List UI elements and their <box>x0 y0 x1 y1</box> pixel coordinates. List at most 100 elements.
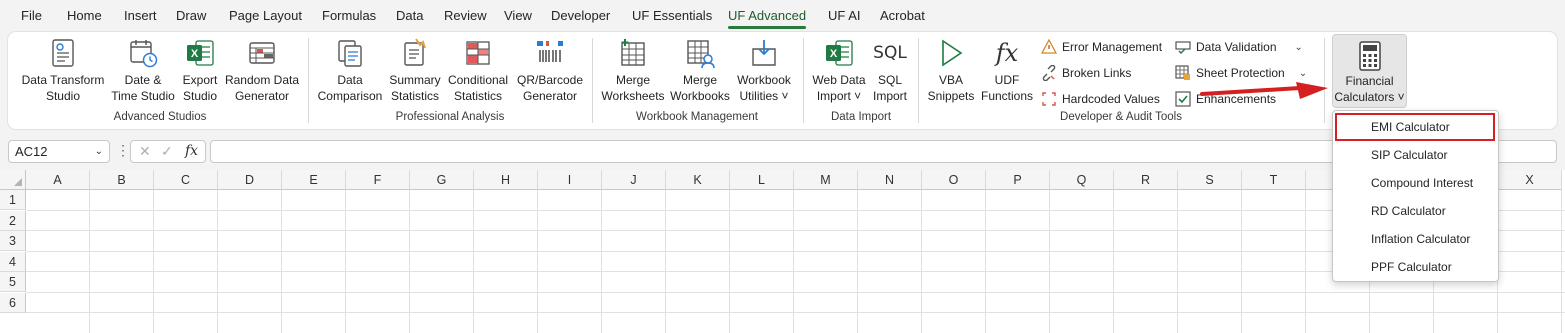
workbook-utilities-label: Workbook Utilities ˅ <box>737 73 791 103</box>
cancel-icon[interactable]: ✕ <box>139 143 151 160</box>
column-header[interactable]: L <box>730 170 794 190</box>
chevron-down-icon[interactable]: ⌄ <box>1299 68 1307 79</box>
emi-calculator-item[interactable]: EMI Calculator <box>1335 113 1495 141</box>
group-label-advanced-studios: Advanced Studios <box>113 111 207 123</box>
insert-function-icon[interactable]: fx <box>185 143 198 159</box>
sql-import-button[interactable]: SQL SQL Import <box>870 36 910 104</box>
summary-statistics-button[interactable]: Summary Statistics <box>385 36 445 104</box>
tab-view[interactable]: View <box>504 8 532 23</box>
summary-statistics-icon <box>398 36 432 70</box>
ppf-calculator-item[interactable]: PPF Calculator <box>1333 253 1498 281</box>
row-header[interactable]: 5 <box>0 272 26 292</box>
chevron-down-icon[interactable]: ⌄ <box>1295 42 1303 53</box>
udf-functions-label: UDF Functions <box>980 73 1034 103</box>
row-header[interactable]: 3 <box>0 231 26 251</box>
row-header[interactable]: 1 <box>0 190 26 210</box>
column-header[interactable]: H <box>474 170 538 190</box>
warning-icon <box>1040 38 1058 56</box>
sip-calculator-item[interactable]: SIP Calculator <box>1333 141 1498 169</box>
udf-functions-button[interactable]: fx UDF Functions <box>978 36 1036 104</box>
broken-links-button[interactable]: Broken Links <box>1040 62 1131 84</box>
more-options-icon[interactable]: ⋮ <box>116 142 130 159</box>
tab-file[interactable]: File <box>21 8 42 23</box>
column-header[interactable]: B <box>90 170 154 190</box>
hardcoded-values-button[interactable]: Hardcoded Values <box>1040 88 1160 110</box>
financial-calculators-button[interactable]: Financial Calculators ˅ <box>1332 34 1407 108</box>
merge-worksheets-button[interactable]: Merge Worksheets <box>599 36 667 104</box>
data-validation-icon <box>1174 38 1192 56</box>
tab-insert[interactable]: Insert <box>124 8 157 23</box>
tab-draw[interactable]: Draw <box>176 8 206 23</box>
column-header[interactable]: E <box>282 170 346 190</box>
tab-home[interactable]: Home <box>67 8 102 23</box>
row-header[interactable]: 2 <box>0 210 26 231</box>
column-header[interactable]: Q <box>1050 170 1114 190</box>
tab-acrobat[interactable]: Acrobat <box>880 8 925 23</box>
column-header[interactable]: R <box>1114 170 1178 190</box>
export-studio-button[interactable]: X Export Studio <box>178 36 222 104</box>
hardcoded-values-label: Hardcoded Values <box>1062 92 1160 106</box>
tab-uf-ai[interactable]: UF AI <box>828 8 861 23</box>
export-label: Export Studio <box>182 73 218 103</box>
column-header[interactable]: D <box>218 170 282 190</box>
confirm-icon[interactable]: ✓ <box>161 143 173 160</box>
barcode-icon <box>533 36 567 70</box>
grid-line <box>26 312 1565 313</box>
web-data-import-button[interactable]: X Web Data Import ˅ <box>809 36 869 104</box>
error-management-button[interactable]: Error Management <box>1040 36 1162 58</box>
column-header[interactable]: A <box>26 170 90 190</box>
tab-page-layout[interactable]: Page Layout <box>229 8 302 23</box>
column-header[interactable]: I <box>538 170 602 190</box>
hardcoded-values-icon <box>1040 90 1058 108</box>
web-data-label: Web Data Import ˅ <box>812 73 866 103</box>
chevron-down-icon[interactable]: ⌄ <box>95 141 103 162</box>
column-header[interactable]: P <box>986 170 1050 190</box>
sheet-protection-button[interactable]: Sheet Protection ⌄ <box>1174 62 1307 84</box>
formula-bar: AC12 ⌄ ⋮ ✕ ✓ fx <box>0 136 1565 166</box>
merge-worksheets-icon <box>616 36 650 70</box>
column-header[interactable]: M <box>794 170 858 190</box>
column-header[interactable]: X <box>1498 170 1562 190</box>
group-label-data-import: Data Import <box>830 111 892 123</box>
group-separator <box>1324 38 1325 123</box>
column-header[interactable]: F <box>346 170 410 190</box>
data-transform-studio-button[interactable]: Data Transform Studio <box>18 36 108 104</box>
conditional-statistics-button[interactable]: Conditional Statistics <box>446 36 510 104</box>
worksheet-grid: ABCDEFGHIJKLMNOPQRSTUVWX123456 <box>0 170 1565 333</box>
column-header[interactable]: C <box>154 170 218 190</box>
column-header[interactable]: K <box>666 170 730 190</box>
rd-calculator-item[interactable]: RD Calculator <box>1333 197 1498 225</box>
row-header[interactable]: 4 <box>0 251 26 272</box>
column-header[interactable]: G <box>410 170 474 190</box>
vba-snippets-button[interactable]: VBA Snippets <box>925 36 977 104</box>
tab-data[interactable]: Data <box>396 8 423 23</box>
tab-formulas[interactable]: Formulas <box>322 8 376 23</box>
excel-export-icon: X <box>183 36 217 70</box>
merge-workbooks-button[interactable]: Merge Workbooks <box>668 36 732 104</box>
data-validation-button[interactable]: Data Validation ⌄ <box>1174 36 1303 58</box>
random-data-generator-button[interactable]: Random Data Generator <box>223 36 301 104</box>
workbook-utilities-button[interactable]: Workbook Utilities ˅ <box>733 36 795 104</box>
name-box[interactable]: AC12 ⌄ <box>8 140 110 163</box>
tab-review[interactable]: Review <box>444 8 487 23</box>
date-time-studio-button[interactable]: Date & Time Studio <box>109 36 177 104</box>
group-separator <box>592 38 593 123</box>
row-header[interactable]: 6 <box>0 292 26 313</box>
tab-uf-advanced[interactable]: UF Advanced <box>728 8 807 29</box>
workbook-utilities-icon <box>747 36 781 70</box>
inflation-calculator-item[interactable]: Inflation Calculator <box>1333 225 1498 253</box>
qr-barcode-generator-button[interactable]: QR/Barcode Generator <box>511 36 589 104</box>
tab-uf-essentials[interactable]: UF Essentials <box>632 8 712 23</box>
column-header[interactable]: J <box>602 170 666 190</box>
data-comparison-button[interactable]: Data Comparison <box>316 36 384 104</box>
compound-interest-item[interactable]: Compound Interest <box>1333 169 1498 197</box>
select-all-corner[interactable] <box>0 170 26 190</box>
sql-icon: SQL <box>873 36 907 70</box>
column-header[interactable]: O <box>922 170 986 190</box>
formula-buttons: ✕ ✓ fx <box>130 140 206 163</box>
column-header[interactable]: S <box>1178 170 1242 190</box>
sheet-protection-label: Sheet Protection <box>1196 66 1285 80</box>
column-header[interactable]: T <box>1242 170 1306 190</box>
column-header[interactable]: N <box>858 170 922 190</box>
tab-developer[interactable]: Developer <box>551 8 610 23</box>
